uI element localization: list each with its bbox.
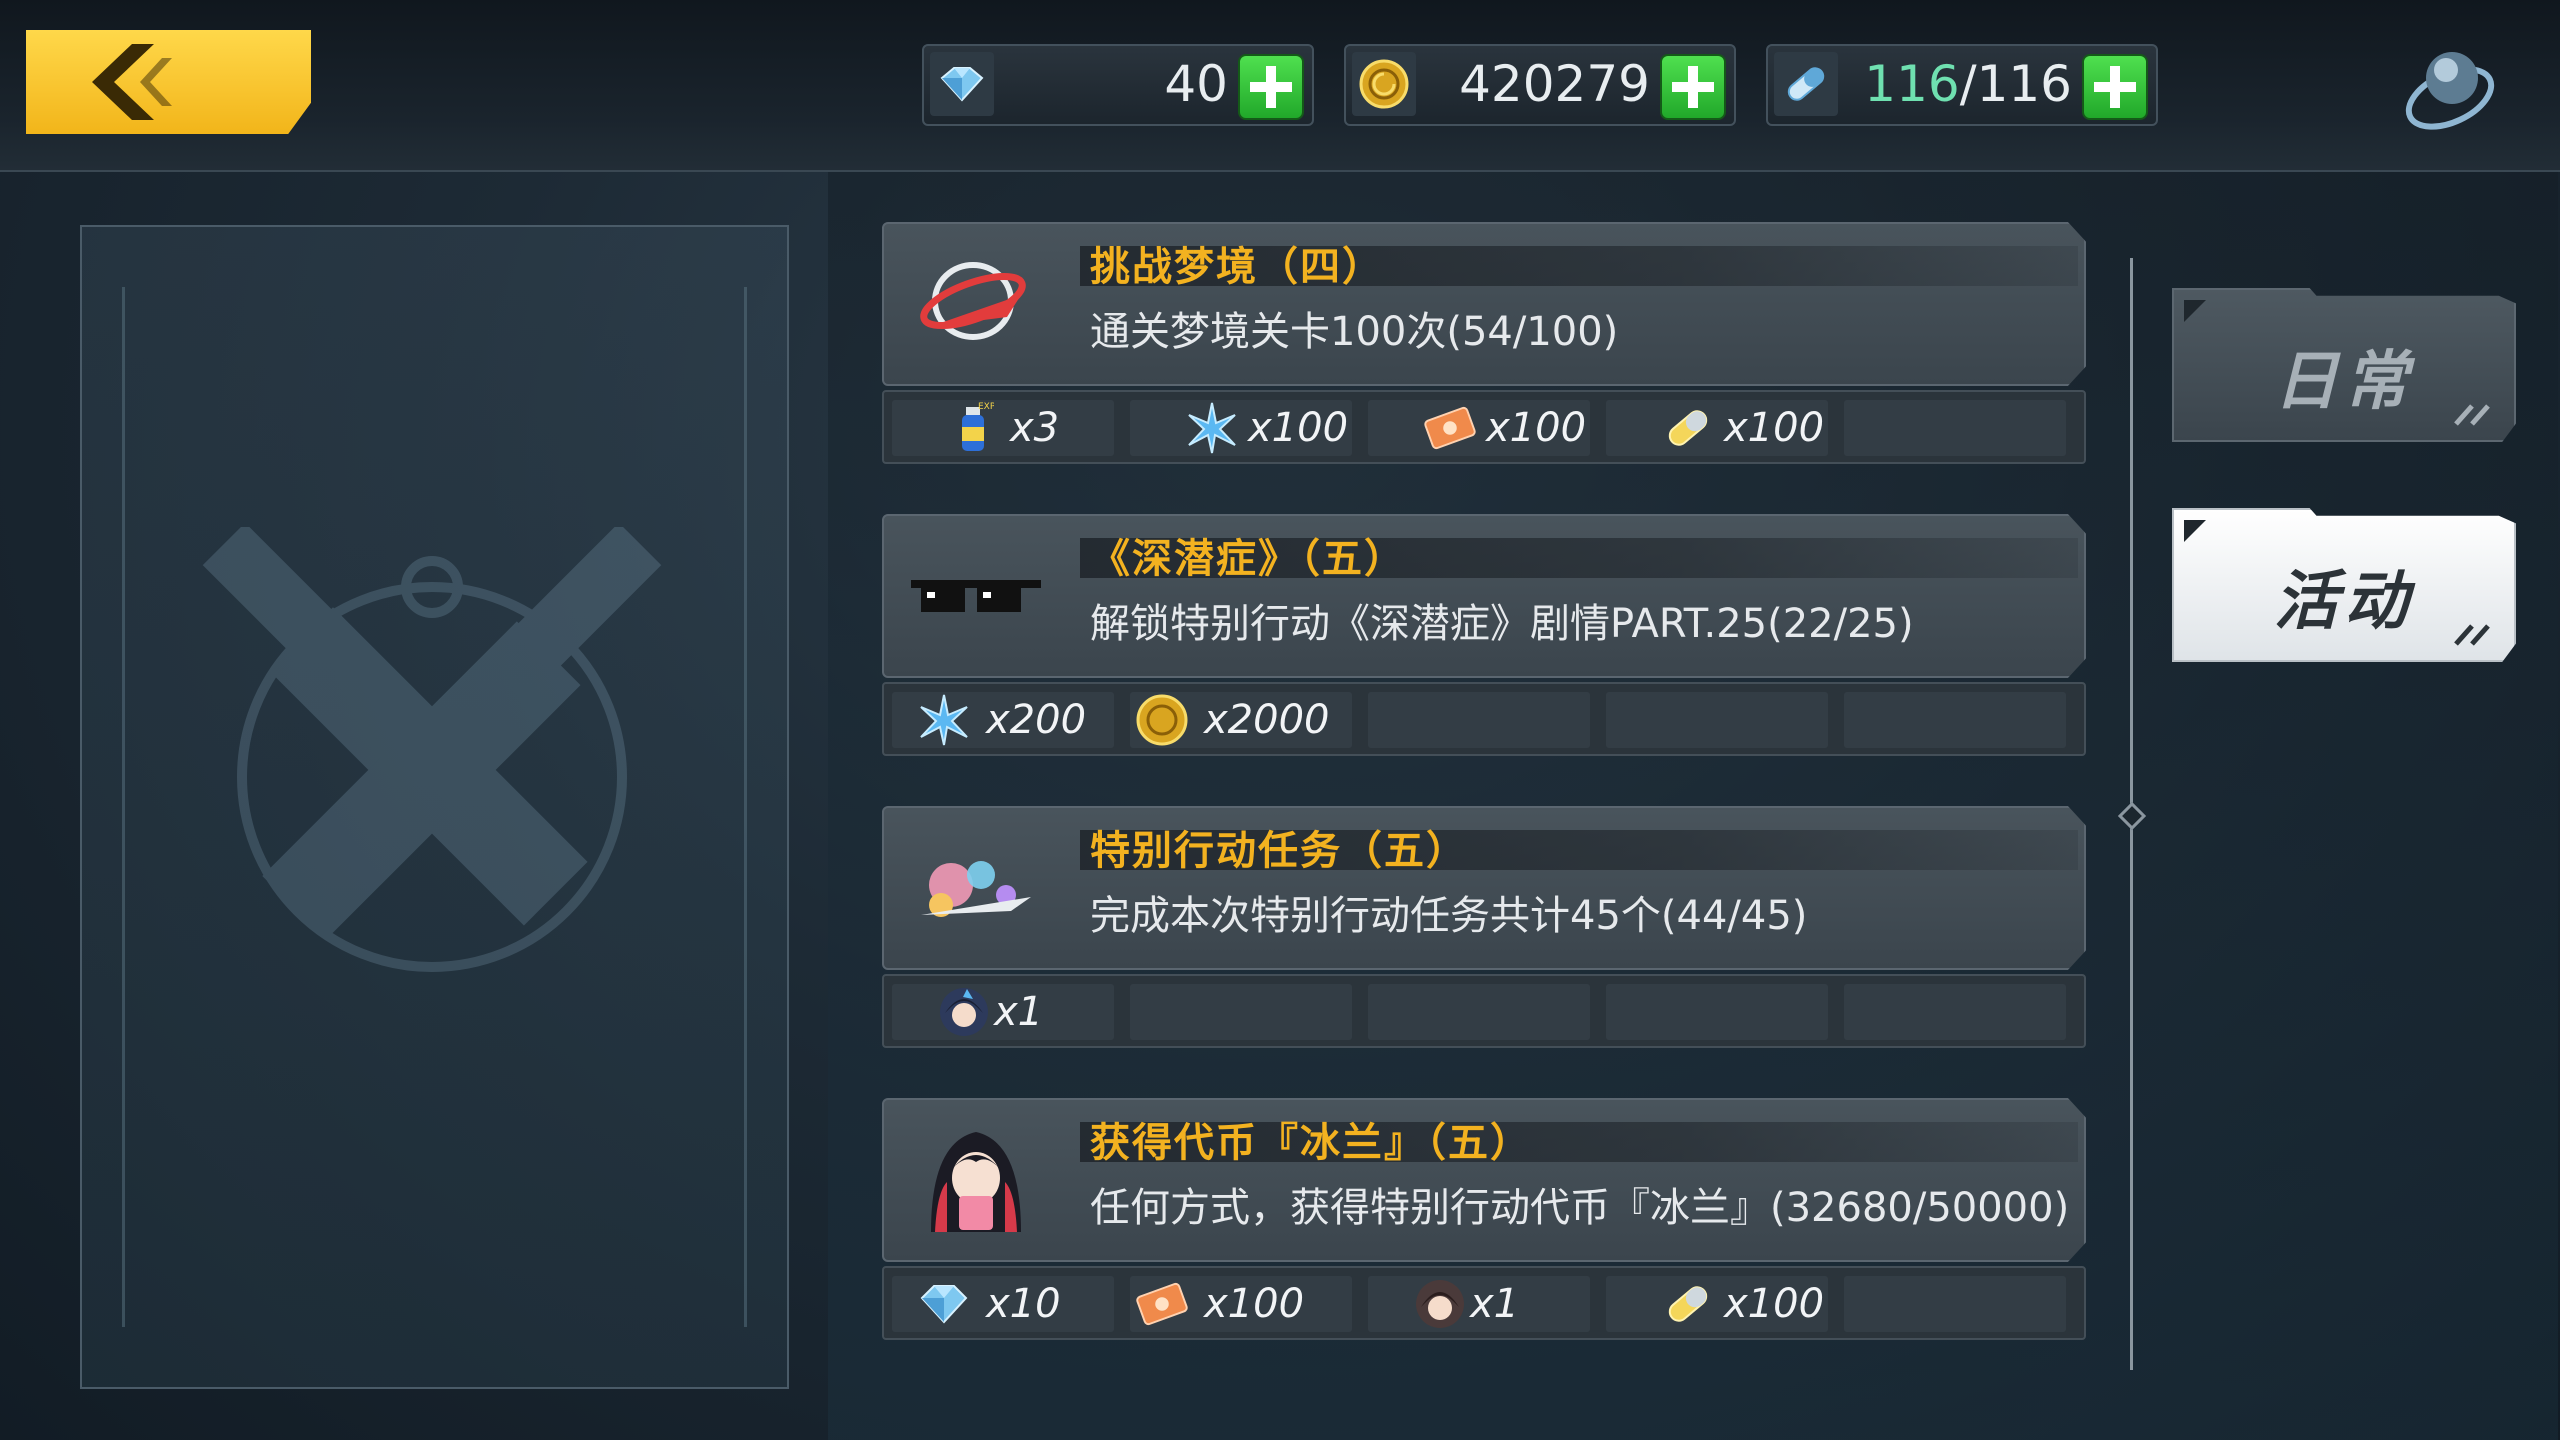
tab-event[interactable]: 活动: [2172, 508, 2516, 662]
tab-corner: [2184, 300, 2206, 322]
reward-quantity: x100: [1724, 1281, 1825, 1327]
crystal-resource: 40: [922, 44, 1314, 126]
reward-slot[interactable]: x1: [1368, 1276, 1590, 1332]
dream-challenge-icon: [906, 246, 1046, 366]
add-stamina-button[interactable]: [2082, 54, 2148, 120]
task-header: 挑战梦境（四） 通关梦境关卡100次(54/100): [882, 222, 2086, 386]
character-avatar-icon: [1412, 1276, 1468, 1332]
slash-decoration-icon: [2454, 404, 2490, 426]
crystal-count: 40: [1164, 55, 1228, 113]
back-button[interactable]: [26, 30, 311, 134]
reward-row: x1: [882, 974, 2086, 1048]
tab-corner: [2184, 520, 2206, 542]
task-description: 完成本次特别行动任务共计45个(44/45): [1090, 893, 1808, 939]
svg-text:EXP: EXP: [978, 402, 994, 412]
task-header: 特别行动任务（五） 完成本次特别行动任务共计45个(44/45): [882, 806, 2086, 970]
empty-reward-slot: [1844, 400, 2066, 456]
task-card[interactable]: 挑战梦境（四） 通关梦境关卡100次(54/100) EXP x3 x100 x…: [872, 212, 2094, 464]
blue-crystal-shard-icon: [916, 692, 972, 748]
empty-reward-slot: [1606, 984, 1828, 1040]
reward-slot[interactable]: x200: [892, 692, 1114, 748]
task-description: 任何方式，获得特别行动代币『冰兰』(32680/50000): [1090, 1185, 2070, 1231]
reward-slot[interactable]: x2000: [1130, 692, 1352, 748]
crystal-icon: [930, 52, 994, 116]
empty-reward-slot: [1844, 1276, 2066, 1332]
empty-reward-slot: [1368, 984, 1590, 1040]
character-avatar-icon: [936, 984, 992, 1040]
task-title: 特别行动任务（五）: [1090, 828, 1468, 874]
task-header: 《深潜症》（五） 解锁特别行动《深潜症》剧情PART.25(22/25): [882, 514, 2086, 678]
reward-quantity: x100: [1724, 405, 1825, 451]
stamina-resource: 116/116: [1766, 44, 2158, 126]
reward-row: x200 x2000: [882, 682, 2086, 756]
empty-reward-slot: [1844, 984, 2066, 1040]
stamina-separator: /: [1959, 55, 1977, 113]
task-title: 获得代币『冰兰』（五）: [1090, 1120, 1532, 1166]
red-haired-girl-icon: [906, 1122, 1046, 1242]
back-arrow-icon: [92, 44, 172, 120]
reward-slot[interactable]: x100: [1130, 400, 1352, 456]
stamina-count: 116/116: [1864, 54, 2072, 114]
aegis-emblem-icon: [202, 527, 662, 972]
task-card[interactable]: 特别行动任务（五） 完成本次特别行动任务共计45个(44/45) x1: [872, 796, 2094, 1048]
reward-quantity: x2000: [1204, 697, 1330, 743]
slash-decoration-icon: [2454, 624, 2490, 646]
task-card[interactable]: 《深潜症》（五） 解锁特别行动《深潜症》剧情PART.25(22/25) x20…: [872, 504, 2094, 756]
task-description: 解锁特别行动《深潜症》剧情PART.25(22/25): [1090, 601, 1914, 647]
capsule-icon: [1660, 400, 1716, 456]
tab-daily[interactable]: 日常: [2172, 288, 2516, 442]
orb-icon: [2405, 52, 2495, 130]
reward-slot[interactable]: x100: [1606, 400, 1828, 456]
ticket-icon: [1422, 400, 1478, 456]
reward-quantity: x200: [986, 697, 1087, 743]
bubbles-splash-icon: [906, 830, 1046, 950]
task-description: 通关梦境关卡100次(54/100): [1090, 309, 1619, 355]
add-coin-button[interactable]: [1660, 54, 1726, 120]
stamina-max: 116: [1976, 55, 2072, 113]
reward-row: x10 x100 x1 x100: [882, 1266, 2086, 1340]
reward-slot[interactable]: x100: [1606, 1276, 1828, 1332]
reward-row: EXP x3 x100 x100 x100: [882, 390, 2086, 464]
empty-reward-slot: [1844, 692, 2066, 748]
reward-slot[interactable]: x1: [892, 984, 1114, 1040]
exp-potion-icon: EXP: [946, 400, 1002, 456]
task-card[interactable]: 获得代币『冰兰』（五） 任何方式，获得特别行动代币『冰兰』(32680/5000…: [872, 1088, 2094, 1340]
reward-quantity: x100: [1204, 1281, 1305, 1327]
empty-reward-slot: [1368, 692, 1590, 748]
stamina-current: 116: [1864, 55, 1960, 113]
task-title: 挑战梦境（四）: [1090, 244, 1384, 290]
empty-reward-slot: [1130, 984, 1352, 1040]
coin-icon: [1352, 52, 1416, 116]
character-panel: [80, 225, 789, 1389]
reward-slot[interactable]: EXP x3: [892, 400, 1114, 456]
empty-reward-slot: [1606, 692, 1828, 748]
reward-slot[interactable]: x10: [892, 1276, 1114, 1332]
task-title: 《深潜症》（五）: [1090, 536, 1406, 582]
add-crystal-button[interactable]: [1238, 54, 1304, 120]
blue-crystal-shard-icon: [1184, 400, 1240, 456]
coin-resource: 420279: [1344, 44, 1736, 126]
reward-quantity: x1: [1470, 1281, 1520, 1327]
top-bar: 40 420279 116/116: [0, 0, 2560, 172]
reward-quantity: x100: [1486, 405, 1587, 451]
reward-quantity: x1: [994, 989, 1044, 1035]
reward-slot[interactable]: x100: [1130, 1276, 1352, 1332]
stamina-icon: [1774, 52, 1838, 116]
ticket-icon: [1134, 1276, 1190, 1332]
orb-button[interactable]: [2400, 36, 2500, 136]
crystal-icon: [916, 1276, 972, 1332]
reward-quantity: x100: [1248, 405, 1349, 451]
reward-quantity: x3: [1010, 405, 1060, 451]
reward-quantity: x10: [986, 1281, 1061, 1327]
reward-slot[interactable]: x100: [1368, 400, 1590, 456]
coin-count: 420279: [1459, 55, 1650, 113]
coin-icon: [1134, 692, 1190, 748]
capsule-icon: [1660, 1276, 1716, 1332]
task-header: 获得代币『冰兰』（五） 任何方式，获得特别行动代币『冰兰』(32680/5000…: [882, 1098, 2086, 1262]
pixel-sunglasses-icon: [906, 538, 1046, 658]
